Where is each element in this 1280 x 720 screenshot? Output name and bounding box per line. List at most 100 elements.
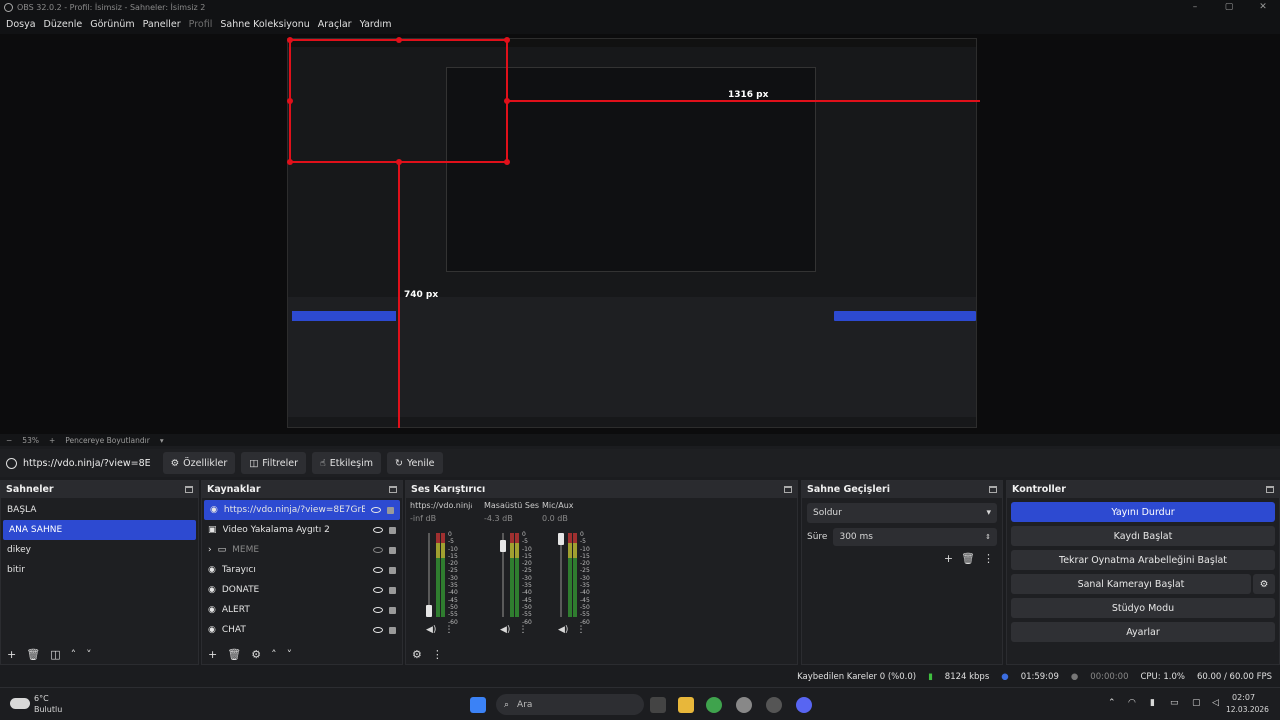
resize-mode[interactable]: Pencereye Boyutlandır	[65, 436, 150, 445]
source-item-selected[interactable]: ◉ https://vdo.ninja/?view=8E7GrB4	[204, 500, 400, 520]
virtual-camera-button[interactable]: Sanal Kamerayı Başlat	[1011, 574, 1251, 594]
zoom-in-button[interactable]: +	[49, 436, 55, 445]
lock-icon[interactable]	[389, 566, 396, 574]
obs-icon[interactable]	[766, 697, 782, 713]
more-menu-icon[interactable]: ⋮	[518, 625, 527, 635]
clock-date[interactable]: 12.03.2026	[1226, 705, 1269, 714]
keyboard-icon[interactable]: ▭	[1170, 698, 1179, 708]
scene-item[interactable]: BAŞLA	[1, 500, 198, 520]
chrome-icon[interactable]	[706, 697, 722, 713]
eye-icon[interactable]	[373, 527, 383, 533]
file-explorer-icon[interactable]	[678, 697, 694, 713]
cloud-icon[interactable]	[10, 698, 30, 709]
settings-button[interactable]: Ayarlar	[1011, 622, 1275, 642]
scene-item[interactable]: dikey	[1, 540, 198, 560]
menu-view[interactable]: Görünüm	[86, 19, 138, 30]
more-menu-icon[interactable]: ⋮	[444, 625, 453, 635]
menu-tools[interactable]: Araçlar	[314, 19, 356, 30]
monitor-icon[interactable]: ▢	[1192, 698, 1201, 708]
close-button[interactable]: ✕	[1246, 0, 1280, 14]
menu-docks[interactable]: Paneller	[139, 19, 185, 30]
lock-icon[interactable]	[389, 526, 396, 534]
lock-icon[interactable]	[389, 606, 396, 614]
volume-fader-handle[interactable]	[426, 605, 432, 617]
move-up-icon[interactable]: ˄	[71, 648, 77, 661]
volume-fader-handle[interactable]	[558, 533, 564, 545]
properties-button[interactable]: ⚙ Özellikler	[162, 452, 236, 474]
menu-help[interactable]: Yardım	[356, 19, 396, 30]
lock-icon[interactable]	[389, 626, 396, 634]
windows-start-icon[interactable]	[470, 697, 486, 713]
stop-stream-button[interactable]: Yayını Durdur	[1011, 502, 1275, 522]
maximize-button[interactable]: ▢	[1212, 0, 1246, 14]
source-item[interactable]: ◉ DONATE	[202, 580, 402, 600]
menu-profile[interactable]: Profil	[185, 19, 217, 30]
eye-icon[interactable]	[373, 607, 383, 613]
zoom-out-button[interactable]: −	[6, 436, 12, 445]
add-scene-icon[interactable]: +	[7, 648, 16, 661]
trash-icon[interactable]: 🗑	[961, 552, 975, 565]
scene-item[interactable]: bitir	[1, 560, 198, 580]
volume-fader-handle[interactable]	[500, 540, 506, 553]
menu-edit[interactable]: Düzenle	[40, 19, 87, 30]
speaker-icon[interactable]: ◀)	[426, 625, 436, 635]
mic-icon[interactable]: ▮	[1150, 698, 1155, 708]
source-item[interactable]: ◉ ALERT	[202, 600, 402, 620]
source-item[interactable]: ◉ Tarayıcı	[202, 560, 402, 580]
eye-icon[interactable]	[373, 567, 383, 573]
lock-icon[interactable]	[387, 506, 394, 514]
start-recording-button[interactable]: Kaydı Başlat	[1011, 526, 1275, 546]
headset-icon[interactable]: ◠	[1128, 698, 1136, 708]
task-view-icon[interactable]	[650, 697, 666, 713]
more-menu-icon[interactable]: ⋮	[576, 625, 585, 635]
minimize-button[interactable]: –	[1178, 0, 1212, 14]
interact-button[interactable]: ☝ Etkileşim	[312, 452, 381, 474]
source-item[interactable]: ◉ CHAT	[202, 620, 402, 640]
popout-icon[interactable]	[389, 486, 397, 493]
advanced-audio-icon[interactable]: ⚙	[412, 648, 422, 661]
app-icon[interactable]	[736, 697, 752, 713]
scene-item-selected[interactable]: ANA SAHNE	[3, 520, 196, 540]
more-menu-icon[interactable]: ⋮	[983, 552, 994, 565]
source-item-group[interactable]: › ▭ MEME	[202, 540, 402, 560]
menu-file[interactable]: Dosya	[2, 19, 40, 30]
eye-icon[interactable]	[373, 627, 383, 633]
lock-icon[interactable]	[389, 586, 396, 594]
trash-icon[interactable]: 🗑	[227, 648, 241, 661]
source-item[interactable]: ▣ Video Yakalama Aygıtı 2	[202, 520, 402, 540]
chevron-down-icon[interactable]: ▾	[160, 436, 164, 445]
eye-hidden-icon[interactable]	[373, 547, 383, 553]
move-down-icon[interactable]: ˅	[86, 648, 92, 661]
studio-mode-button[interactable]: Stüdyo Modu	[1011, 598, 1275, 618]
popout-icon[interactable]	[1266, 486, 1274, 493]
refresh-button[interactable]: ↻ Yenile	[387, 452, 443, 474]
popout-icon[interactable]	[989, 486, 997, 493]
filters-button[interactable]: ◫ Filtreler	[241, 452, 306, 474]
move-down-icon[interactable]: ˅	[287, 648, 293, 661]
duration-spinbox[interactable]: 300 ms ⇕	[833, 528, 997, 546]
chevron-right-icon[interactable]: ›	[208, 545, 212, 555]
transition-select[interactable]: Soldur ▾	[807, 503, 997, 523]
filter-icon[interactable]: ◫	[50, 648, 60, 661]
speaker-icon[interactable]: ◀)	[500, 625, 510, 635]
eye-icon[interactable]	[373, 587, 383, 593]
lock-icon[interactable]	[389, 546, 396, 554]
discord-icon[interactable]	[796, 697, 812, 713]
add-transition-icon[interactable]: +	[944, 552, 953, 565]
taskbar-search[interactable]: ⌕ Ara	[496, 694, 644, 715]
speaker-icon[interactable]: ◁	[1212, 698, 1219, 708]
add-source-icon[interactable]: +	[208, 648, 217, 661]
tray-chevron-icon[interactable]: ⌃	[1108, 698, 1116, 708]
more-menu-icon[interactable]: ⋮	[432, 648, 443, 661]
virtual-camera-settings-button[interactable]: ⚙	[1253, 574, 1275, 594]
clock-time[interactable]: 02:07	[1232, 693, 1255, 702]
popout-icon[interactable]	[185, 486, 193, 493]
move-up-icon[interactable]: ˄	[271, 648, 277, 661]
speaker-icon[interactable]: ◀)	[558, 625, 568, 635]
spin-arrows-icon[interactable]: ⇕	[985, 533, 991, 541]
eye-icon[interactable]	[371, 507, 381, 513]
replay-buffer-button[interactable]: Tekrar Oynatma Arabelleğini Başlat	[1011, 550, 1275, 570]
volume-fader[interactable]	[560, 533, 562, 617]
trash-icon[interactable]: 🗑	[26, 648, 40, 661]
gear-icon[interactable]: ⚙	[251, 648, 261, 661]
